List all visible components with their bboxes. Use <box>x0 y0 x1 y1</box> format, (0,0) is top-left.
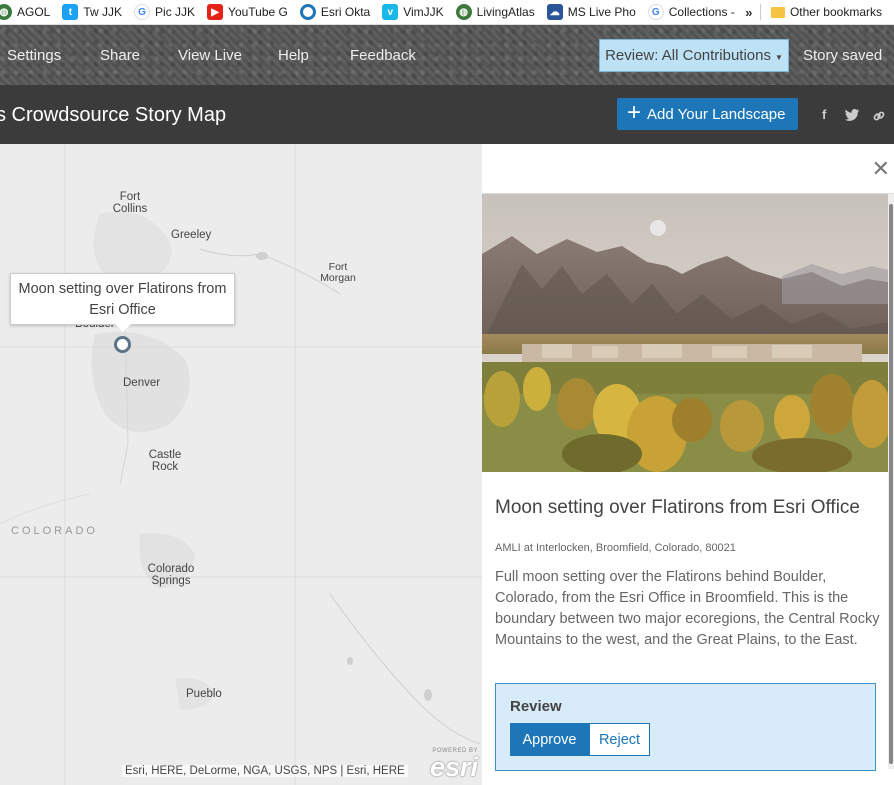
globe-icon: ◍ <box>455 4 472 20</box>
city-label-fort-collins: Fort Collins <box>112 191 148 215</box>
close-icon[interactable]: ✕ <box>872 158 890 180</box>
reject-button[interactable]: Reject <box>589 723 650 756</box>
google-icon: G <box>134 4 151 20</box>
help-button[interactable]: Help <box>278 47 309 64</box>
esri-logo[interactable]: POWERED BY esri <box>420 748 478 782</box>
bookmark-tw-jjk[interactable]: t Tw JJK <box>62 4 122 20</box>
okta-icon <box>299 4 316 20</box>
approve-button[interactable]: Approve <box>510 723 589 756</box>
entry-description: Full moon setting over the Flatirons beh… <box>495 569 880 648</box>
panel-scrollbar[interactable] <box>888 194 894 769</box>
entry-title: Moon setting over Flatirons from Esri Of… <box>495 497 860 518</box>
google-icon: G <box>647 4 664 20</box>
map-view[interactable]: Fort Collins Greeley Fort Morgan Boulder… <box>0 144 482 785</box>
state-label: COLORADO <box>11 525 98 537</box>
twitter-icon[interactable] <box>845 109 859 121</box>
bookmark-ms-live[interactable]: ☁ MS Live Pho <box>546 4 636 20</box>
story-title: s Crowdsource Story Map <box>0 104 227 126</box>
entry-photo[interactable] <box>482 194 888 472</box>
review-filter-dropdown[interactable]: Review: All Contributions ▼ <box>599 39 789 72</box>
folder-icon <box>770 6 785 18</box>
view-live-button[interactable]: View Live <box>178 47 242 64</box>
entry-location: AMLI at Interlocken, Broomfield, Colorad… <box>495 542 736 554</box>
feedback-button[interactable]: Feedback <box>350 47 416 64</box>
share-button[interactable]: Share <box>100 47 140 64</box>
add-landscape-button[interactable]: + Add Your Landscape <box>617 98 798 130</box>
city-label-greeley: Greeley <box>171 229 212 241</box>
globe-icon: ◍ <box>0 4 12 20</box>
bookmark-agol[interactable]: ◍ AGOL <box>0 4 50 20</box>
plus-icon: + <box>627 98 642 126</box>
story-header: s Crowdsource Story Map + Add Your Lands… <box>0 85 894 144</box>
entry-detail-panel: ✕ Moon setting over Flatirons from Esri … <box>482 144 894 785</box>
bookmark-esri-okta[interactable]: Esri Okta <box>299 4 370 20</box>
city-label-pueblo: Pueblo <box>186 688 222 700</box>
popup-pointer <box>115 324 131 332</box>
scrollbar-thumb[interactable] <box>889 204 893 764</box>
city-label-denver: Denver <box>123 377 161 389</box>
popup-title: Moon setting over Flatirons from Esri Of… <box>18 281 227 318</box>
twitter-icon: t <box>62 4 79 20</box>
settings-button[interactable]: Settings <box>7 47 61 64</box>
location-marker[interactable] <box>114 336 131 353</box>
bookmark-pic-jjk[interactable]: G Pic JJK <box>134 4 195 20</box>
facebook-icon[interactable]: f <box>822 107 826 122</box>
bookmarks-bar: ◍ AGOL t Tw JJK G Pic JJK ▶ YouTube G Es… <box>0 0 894 25</box>
other-bookmarks[interactable]: Other bookmarks <box>770 5 882 19</box>
review-section: Review Approve Reject <box>495 683 876 771</box>
city-label-castle-rock: Castle Rock <box>148 449 182 473</box>
basemap <box>0 144 482 785</box>
youtube-icon: ▶ <box>207 4 224 20</box>
bookmark-youtube[interactable]: ▶ YouTube G <box>207 4 288 20</box>
map-attribution: Esri, HERE, DeLorme, NGA, USGS, NPS | Es… <box>122 765 408 777</box>
map-popup[interactable]: Moon setting over Flatirons from Esri Of… <box>10 273 235 332</box>
city-label-colorado-springs: Colorado Springs <box>147 563 195 587</box>
bookmark-vimjjk[interactable]: v VimJJK <box>382 4 444 20</box>
city-label-fort-morgan: Fort Morgan <box>320 261 356 284</box>
bookmark-livingatlas[interactable]: ◍ LivingAtlas <box>455 4 535 20</box>
bookmarks-separator <box>760 4 761 20</box>
review-label: Review <box>510 698 562 715</box>
vimeo-icon: v <box>382 4 399 20</box>
caret-down-icon: ▼ <box>775 52 783 62</box>
save-status: Story saved <box>803 47 883 64</box>
cloud-icon: ☁ <box>546 4 563 20</box>
more-bookmarks-button[interactable]: » <box>745 5 752 20</box>
link-icon[interactable] <box>872 109 886 123</box>
bookmark-collections[interactable]: G Collections - Google Pho <box>647 4 735 20</box>
